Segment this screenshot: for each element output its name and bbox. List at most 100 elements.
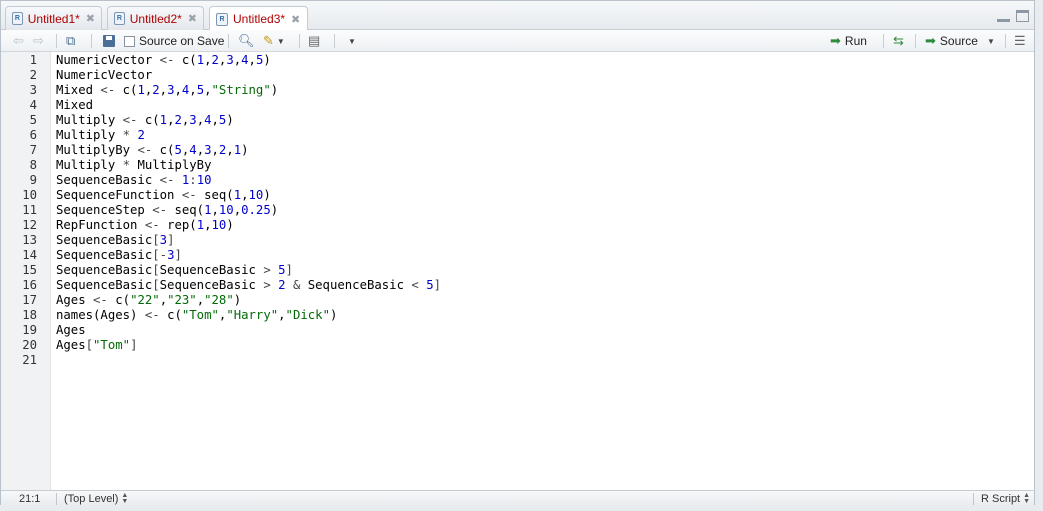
forward-button[interactable]: ⇨ — [33, 33, 44, 49]
code-token: 2 — [278, 278, 293, 292]
code-token: 3 — [189, 113, 197, 127]
code-token: , — [204, 218, 212, 232]
tab-label: Untitled1* — [27, 11, 80, 26]
code-line[interactable]: Ages <- c("22","23","28") — [56, 293, 241, 308]
tab-untitled1[interactable]: R Untitled1* ✖ — [5, 6, 102, 30]
code-token: c( — [181, 53, 197, 67]
document-outline-button[interactable]: ☰ — [1014, 33, 1026, 49]
chevron-down-icon[interactable]: ▼ — [987, 37, 995, 46]
find-button[interactable]: 🔍︎ — [238, 33, 255, 49]
code-token: 4 — [241, 53, 249, 67]
back-button[interactable]: ⇦ — [13, 33, 24, 49]
code-token: 3 — [204, 143, 212, 157]
code-line[interactable]: Multiply * MultiplyBy — [56, 158, 212, 173]
code-line[interactable]: RepFunction <- rep(1,10) — [56, 218, 234, 233]
code-line[interactable]: SequenceBasic[3] — [56, 233, 174, 248]
run-button[interactable]: ➡ Run — [830, 33, 867, 49]
code-token: ) — [241, 143, 249, 157]
code-line[interactable]: NumericVector — [56, 68, 152, 83]
code-line[interactable]: SequenceBasic[SequenceBasic > 5] — [56, 263, 293, 278]
code-token: 10 — [196, 173, 212, 187]
close-icon[interactable]: ✖ — [86, 12, 95, 25]
code-token: Multiply — [56, 158, 123, 172]
code-line[interactable]: Ages — [56, 323, 86, 338]
code-line[interactable]: SequenceStep <- seq(1,10,0.25) — [56, 203, 278, 218]
code-token: rep( — [167, 218, 197, 232]
line-number: 1 — [29, 53, 37, 67]
minimize-icon[interactable] — [997, 10, 1010, 22]
line-number: 20 — [22, 338, 37, 352]
rerun-button[interactable]: ⇆ — [893, 33, 904, 49]
scope-selector[interactable]: (Top Level) ▲ ▼ — [64, 492, 128, 506]
code-token: "Tom" — [181, 308, 219, 322]
code-token: , — [159, 83, 168, 97]
code-line[interactable]: SequenceBasic[SequenceBasic > 2 & Sequen… — [56, 278, 441, 293]
code-line[interactable]: SequenceFunction <- seq(1,10) — [56, 188, 271, 203]
code-token: "Dick" — [285, 308, 330, 322]
show-in-window-button[interactable]: ⧉ — [66, 33, 75, 49]
code-token: , — [233, 203, 242, 217]
code-token: , — [233, 53, 242, 67]
close-icon[interactable]: ✖ — [291, 13, 300, 26]
code-token: * — [122, 128, 138, 142]
code-line[interactable]: Ages["Tom"] — [56, 338, 137, 353]
code-token: SequenceBasic — [159, 278, 264, 292]
compile-report-button[interactable]: ▤ — [308, 33, 320, 49]
outline-icon: ☰ — [1014, 33, 1026, 48]
run-arrow-icon: ➡ — [830, 33, 841, 48]
code-token: ] — [174, 248, 182, 262]
code-token: , — [159, 293, 168, 307]
source-button[interactable]: ➡ Source ▼ — [925, 33, 995, 49]
code-token: c( — [122, 83, 138, 97]
code-tools-button[interactable]: ✎ ▼ — [263, 33, 285, 49]
scope-label: (Top Level) — [64, 493, 119, 505]
code-line[interactable]: names(Ages) <- c("Tom","Harry","Dick") — [56, 308, 337, 323]
code-token: 1 — [159, 113, 168, 127]
code-token: c( — [144, 113, 160, 127]
tab-label: Untitled3* — [233, 12, 286, 26]
code-token: 3 — [226, 53, 234, 67]
code-line[interactable]: Mixed <- c(1,2,3,4,5,"String") — [56, 83, 278, 98]
code-token: 2 — [152, 83, 160, 97]
checkbox-box[interactable] — [124, 35, 135, 47]
more-options-button[interactable]: ▼ — [345, 33, 356, 49]
code-line[interactable]: Multiply * 2 — [56, 128, 145, 143]
toolbar-divider — [334, 34, 335, 48]
code-editor[interactable]: 1 2 3 4 5 6 7 8 9 10 11 12 13 14 15 16 17 18 19 20 21 Numeri… — [1, 52, 1034, 490]
code-token: NumericVector — [56, 53, 160, 67]
toolbar-divider — [228, 34, 229, 48]
code-token: [- — [152, 248, 168, 262]
source-on-save-checkbox[interactable]: Source on Save — [124, 33, 224, 49]
run-label: Run — [844, 34, 867, 48]
code-token: 10 — [248, 188, 264, 202]
back-arrow-icon: ⇦ — [13, 33, 24, 48]
code-line[interactable]: NumericVector <- c(1,2,3,4,5) — [56, 53, 271, 68]
code-token: : — [189, 173, 197, 187]
code-line[interactable]: MultiplyBy <- c(5,4,3,2,1) — [56, 143, 249, 158]
code-token: Ages — [56, 323, 86, 337]
code-token: 4 — [189, 143, 197, 157]
r-file-icon: R — [12, 12, 23, 25]
code-token: , — [211, 143, 219, 157]
code-line[interactable]: SequenceBasic[-3] — [56, 248, 182, 263]
line-number: 16 — [22, 278, 37, 292]
code-line[interactable]: Multiply <- c(1,2,3,4,5) — [56, 113, 234, 128]
notebook-icon: ▤ — [308, 33, 321, 48]
tab-untitled3[interactable]: R Untitled3* ✖ — [209, 6, 308, 31]
line-number: 21 — [22, 353, 37, 367]
code-token: "Harry" — [226, 308, 279, 322]
code-line[interactable]: Mixed — [56, 98, 93, 113]
code-token: c( — [167, 308, 182, 322]
code-token: 2 — [211, 53, 219, 67]
maximize-icon[interactable] — [1016, 10, 1029, 22]
save-button[interactable] — [103, 33, 115, 49]
line-number: 13 — [22, 233, 37, 247]
code-token: ) — [270, 83, 279, 97]
line-number-gutter: 1 2 3 4 5 6 7 8 9 10 11 12 13 14 15 16 17 18 19 20 21 — [1, 52, 51, 490]
rerun-icon: ⇆ — [893, 33, 904, 48]
code-token: Ages — [56, 293, 94, 307]
tab-untitled2[interactable]: R Untitled2* ✖ — [107, 6, 204, 30]
code-line[interactable]: SequenceBasic <- 1:10 — [56, 173, 212, 188]
file-type-selector[interactable]: R Script ▲ ▼ — [981, 492, 1030, 506]
close-icon[interactable]: ✖ — [188, 12, 197, 25]
